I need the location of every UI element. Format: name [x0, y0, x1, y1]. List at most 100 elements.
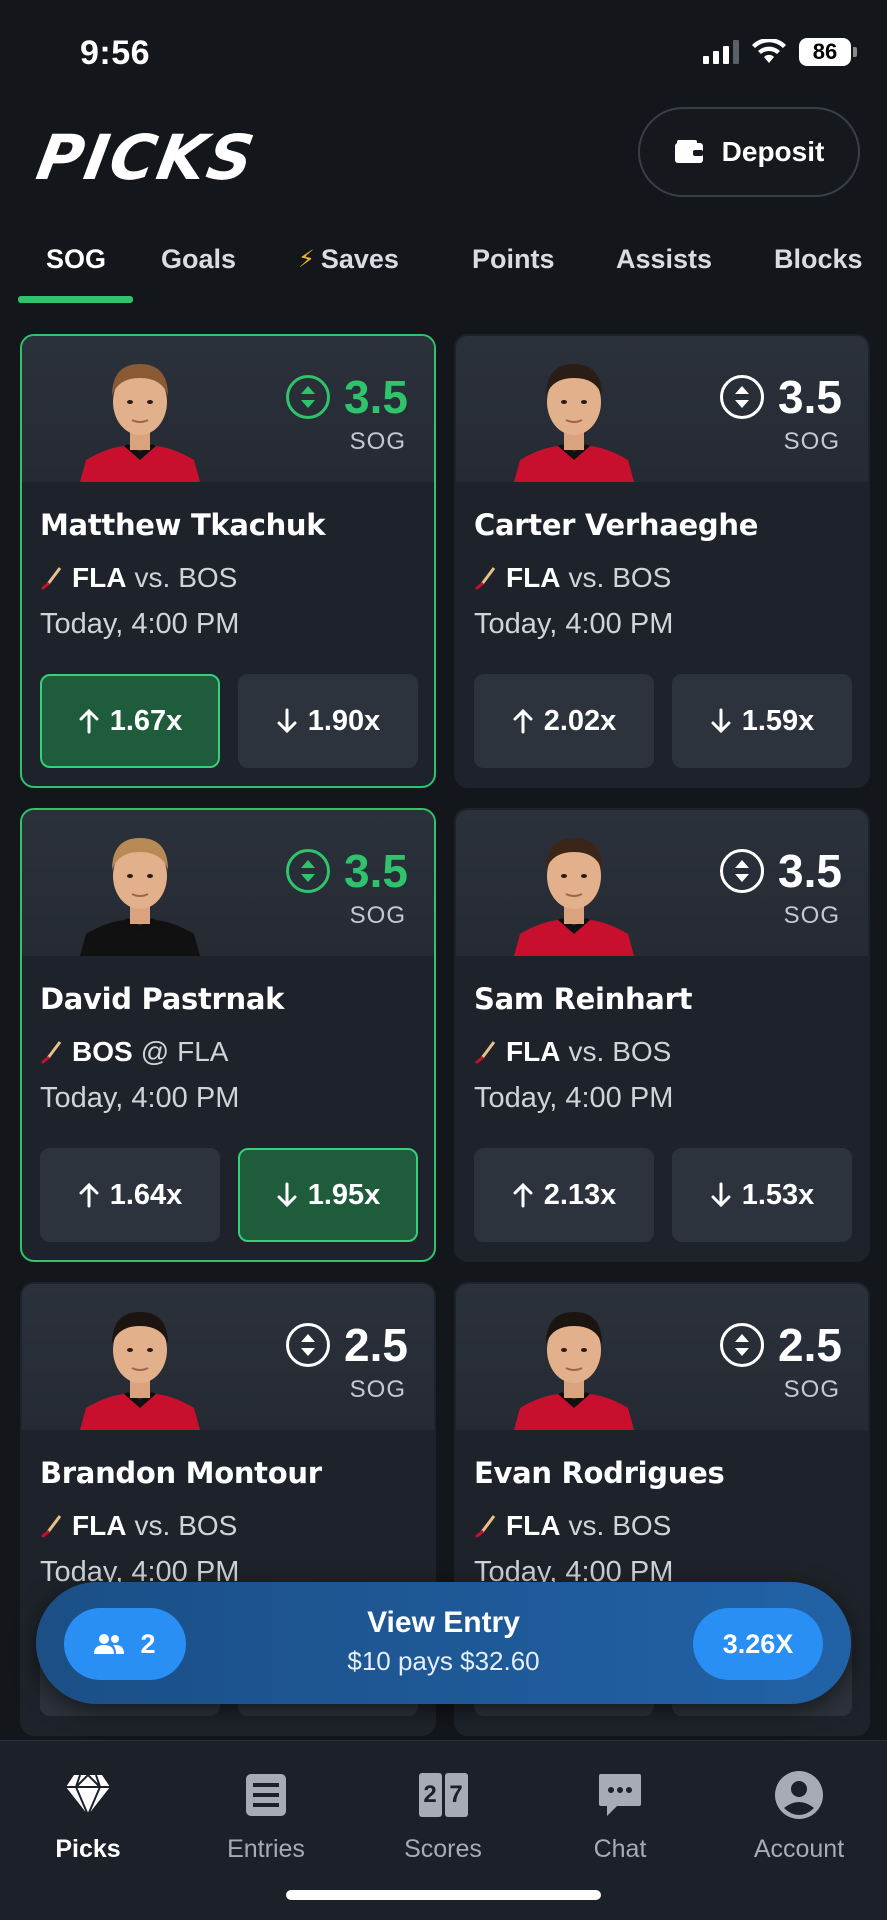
game-time: Today, 4:00 PM: [474, 608, 674, 640]
arrow-down-icon: [711, 1182, 731, 1208]
status-bar: 9:56 86: [0, 0, 887, 110]
less-button[interactable]: 1.90x: [238, 674, 418, 768]
opponent-abbr: BOS: [178, 1510, 238, 1541]
nav-scores[interactable]: 2 7 Scores: [368, 1769, 518, 1864]
deposit-label: Deposit: [721, 136, 825, 167]
hockey-stick-icon: [475, 1515, 496, 1538]
more-button[interactable]: 2.02x: [474, 674, 654, 768]
opponent-abbr: BOS: [612, 1036, 672, 1067]
page-logo: PICKS: [31, 121, 262, 194]
view-entry-bar[interactable]: 2 View Entry $10 pays $32.60 3.26X: [36, 1582, 851, 1704]
player-headshot: [514, 1312, 634, 1430]
tab-blocks[interactable]: Blocks: [774, 244, 863, 275]
player-name: Evan Rodrigues: [474, 1456, 725, 1490]
player-name: Sam Reinhart: [474, 982, 693, 1016]
line-value: 3.5: [344, 845, 408, 897]
player-name: Carter Verhaeghe: [474, 508, 759, 542]
nav-account[interactable]: Account: [724, 1769, 874, 1864]
more-button[interactable]: 1.67x: [40, 674, 220, 768]
lightning-icon: ⚡: [298, 246, 315, 273]
entry-multiplier[interactable]: 3.26X: [693, 1608, 823, 1680]
hockey-stick-icon: [41, 1041, 62, 1064]
team-abbr: FLA: [72, 562, 127, 593]
nav-label-picks: Picks: [55, 1835, 121, 1863]
list-icon: [240, 1769, 292, 1821]
game-time: Today, 4:00 PM: [474, 1082, 674, 1114]
matchup: FLA vs. BOS: [474, 1036, 671, 1068]
less-button[interactable]: 1.95x: [238, 1148, 418, 1242]
hockey-stick-icon: [41, 567, 62, 590]
player-headshot: [514, 838, 634, 956]
stat-tabs: SOG Goals ⚡ Saves Points Assists Blocks: [0, 232, 887, 304]
status-icons: 86: [703, 38, 857, 66]
battery-indicator: 86: [799, 38, 857, 66]
card-header: 3.5 SOG: [456, 336, 868, 482]
tab-sog[interactable]: SOG: [46, 244, 106, 275]
more-button[interactable]: 2.13x: [474, 1148, 654, 1242]
less-button[interactable]: 1.59x: [672, 674, 852, 768]
nav-chat[interactable]: Chat: [545, 1769, 695, 1864]
less-multiplier: 1.95x: [307, 1178, 381, 1211]
matchup: FLA vs. BOS: [474, 1510, 671, 1542]
home-indicator: [286, 1890, 601, 1900]
stat-type: SOG: [783, 1376, 840, 1403]
arrow-down-icon: [277, 1182, 297, 1208]
up-down-arrows-icon: [286, 1323, 331, 1367]
tab-goals[interactable]: Goals: [161, 244, 236, 275]
card-header: 3.5 SOG: [22, 810, 434, 956]
scoreboard-digit: 2: [418, 1773, 442, 1817]
matchup-separator: vs.: [568, 1510, 605, 1541]
player-card[interactable]: 3.5 SOG Matthew Tkachuk FLA vs. BOS Toda…: [20, 334, 436, 788]
player-card[interactable]: 3.5 SOG David Pastrnak BOS @ FLA Today, …: [20, 808, 436, 1262]
player-name: Brandon Montour: [40, 1456, 322, 1490]
up-down-arrows-icon: [720, 1323, 765, 1367]
opponent-abbr: BOS: [612, 1510, 672, 1541]
player-name: David Pastrnak: [40, 982, 285, 1016]
deposit-button[interactable]: Deposit: [638, 107, 860, 197]
card-header: 2.5 SOG: [22, 1284, 434, 1430]
line-value: 3.5: [778, 371, 842, 423]
chat-icon: [594, 1769, 646, 1821]
more-button[interactable]: 1.64x: [40, 1148, 220, 1242]
less-button[interactable]: 1.53x: [672, 1148, 852, 1242]
account-icon: [773, 1769, 825, 1821]
arrow-up-icon: [79, 708, 99, 734]
player-card[interactable]: 3.5 SOG Carter Verhaeghe FLA vs. BOS Tod…: [454, 334, 870, 788]
player-headshot: [80, 1312, 200, 1430]
arrow-up-icon: [513, 708, 533, 734]
card-header: 3.5 SOG: [22, 336, 434, 482]
matchup: FLA vs. BOS: [40, 1510, 237, 1542]
arrow-up-icon: [79, 1182, 99, 1208]
up-down-arrows-icon: [286, 375, 331, 419]
tab-points[interactable]: Points: [472, 244, 555, 275]
stat-type: SOG: [349, 428, 406, 455]
less-multiplier: 1.90x: [307, 704, 381, 737]
up-down-arrows-icon: [720, 375, 765, 419]
player-card[interactable]: 3.5 SOG Sam Reinhart FLA vs. BOS Today, …: [454, 808, 870, 1262]
matchup-separator: vs.: [568, 562, 605, 593]
nav-entries[interactable]: Entries: [191, 1769, 341, 1864]
team-abbr: FLA: [72, 1510, 127, 1541]
matchup-separator: @: [140, 1036, 170, 1067]
projection-line: 3.5: [720, 370, 842, 424]
team-abbr: FLA: [506, 562, 561, 593]
matchup-separator: vs.: [568, 1036, 605, 1067]
stat-type: SOG: [783, 428, 840, 455]
matchup-separator: vs.: [134, 562, 171, 593]
nav-picks[interactable]: Picks: [13, 1769, 163, 1864]
tab-assists[interactable]: Assists: [616, 244, 712, 275]
active-tab-indicator: [18, 296, 133, 303]
player-headshot: [80, 838, 200, 956]
tab-saves-label: Saves: [320, 244, 399, 274]
up-down-arrows-icon: [720, 849, 765, 893]
projection-line: 3.5: [286, 844, 408, 898]
more-multiplier: 1.67x: [109, 704, 183, 737]
status-time: 9:56: [80, 34, 151, 72]
more-multiplier: 2.02x: [543, 704, 617, 737]
line-value: 2.5: [344, 1319, 408, 1371]
team-abbr: FLA: [506, 1510, 561, 1541]
projection-line: 2.5: [286, 1318, 408, 1372]
tab-saves[interactable]: ⚡ Saves: [298, 244, 399, 275]
matchup: FLA vs. BOS: [40, 562, 237, 594]
wallet-icon: [674, 140, 703, 163]
